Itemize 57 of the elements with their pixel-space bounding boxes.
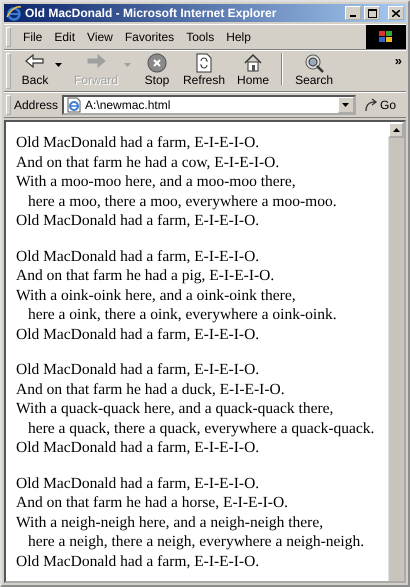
toolbar-button[interactable]: Refresh [177, 51, 232, 87]
scrollbar[interactable] [388, 122, 404, 581]
address-label: Address [14, 98, 58, 112]
verse-line: Old MacDonald had a farm, E-I-E-I-O. [16, 360, 260, 380]
menu-item[interactable]: Help [220, 28, 257, 46]
verse-line: With a quack-quack here, and a quack-quack there, [16, 399, 334, 418]
verse-line: And on that farm he had a cow, E-I-E-I-O. [16, 152, 280, 172]
up-arrow-icon [392, 128, 400, 132]
forward-arrow-icon [86, 53, 106, 69]
verse-line: Old MacDonald had a farm, E-I-E-I-O. [16, 474, 260, 493]
minimize-button[interactable] [345, 6, 361, 20]
menu-item[interactable]: Favorites [118, 28, 180, 46]
close-icon [392, 10, 400, 16]
verse-line: Old MacDonald had a farm, E-I-E-I-O. [16, 552, 260, 571]
toolbar-button[interactable]: Back [15, 51, 55, 87]
go-button[interactable]: Go [356, 98, 406, 112]
menu-item[interactable]: File [17, 28, 48, 46]
toolbar-button[interactable]: Home [231, 51, 276, 87]
dropdown-button[interactable] [338, 97, 354, 113]
home-icon [243, 53, 264, 73]
scroll-up-button[interactable] [388, 122, 404, 138]
more-button[interactable]: » [390, 53, 406, 68]
window-title: Old MacDonald - Microsoft Internet Explorer [25, 6, 278, 20]
verse-line: Old MacDonald had a farm, E-I-E-I-O. [16, 438, 260, 458]
verse-line: Old MacDonald had a farm, E-I-E-I-O. [16, 211, 260, 230]
verse-line: here a quack, there a quack, everywhere a quack-quack. [27, 418, 374, 438]
verse-line: Old MacDonald had a farm, E-I-E-I-O. [16, 324, 260, 344]
page-icon [66, 97, 82, 113]
close-button[interactable] [388, 6, 404, 20]
verse-line: here a neigh, there a neigh, everywhere a neigh-neigh. [27, 532, 364, 552]
caret-icon [342, 103, 350, 107]
search-icon [303, 53, 326, 73]
verse-line: And on that farm he had a pig, E-I-E-I-O. [16, 266, 274, 286]
windows-logo [366, 25, 406, 49]
menu-item[interactable]: Tools [180, 28, 220, 46]
go-arrow-icon [364, 98, 378, 112]
verse-line: With a moo-moo here, and a moo-moo there, [16, 172, 296, 192]
verse-line: here a moo, there a moo, everywhere a moo-moo. [27, 192, 337, 211]
verse-line: Old MacDonald had a farm, E-I-E-I-O. [16, 133, 260, 152]
browser-icon [6, 5, 22, 21]
verse-line: here a oink, there a oink, everywhere a oink-oink. [27, 305, 337, 324]
maximize-icon [368, 8, 376, 18]
stop-icon [147, 53, 168, 73]
menu-item[interactable]: Edit [48, 28, 82, 46]
menu-item[interactable]: View [81, 28, 119, 46]
back-arrow-icon [25, 53, 45, 69]
verse-line: With a oink-oink here, and a oink-oink there, [16, 286, 296, 305]
verse-line: And on that farm he had a horse, E-I-E-I-O. [16, 493, 288, 512]
verse-line: Old MacDonald had a farm, E-I-E-I-O. [16, 246, 260, 266]
toolbar-button[interactable]: Stop [137, 51, 178, 87]
verse-line: With a neigh-neigh here, and a neigh-neigh there, [16, 512, 324, 532]
refresh-icon [195, 53, 214, 73]
toolbar-button[interactable]: Search [289, 51, 340, 87]
maximize-button[interactable] [364, 6, 380, 20]
verse-line: And on that farm he had a duck, E-I-E-I-O. [16, 380, 285, 399]
dropdown-arrow-icon[interactable] [55, 63, 62, 67]
address-field[interactable]: A:\newmac.html [62, 95, 356, 115]
